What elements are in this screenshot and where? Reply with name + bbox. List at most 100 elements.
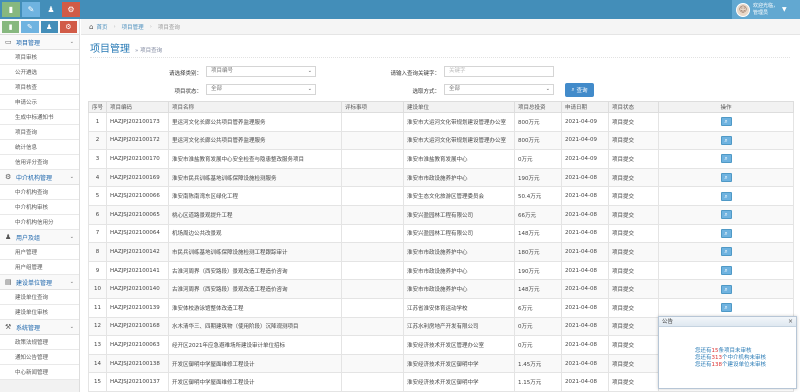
column-header[interactable]: 项目状态 <box>608 101 659 113</box>
notice-line-projects[interactable]: 您还有15条项目未审核 <box>695 348 796 355</box>
column-header[interactable]: 申请日期 <box>561 101 609 113</box>
view-search-icon[interactable]: ⌕ <box>720 303 732 313</box>
cogs-shortcut-icon[interactable]: ⚙ <box>59 21 77 33</box>
table-cell: 淮安经济技术开发区管理办公室 <box>403 335 515 355</box>
method-select[interactable]: 全部 ⌄ <box>444 84 554 95</box>
building-icon: ▤ <box>5 278 12 286</box>
view-search-icon[interactable]: ⌕ <box>720 191 732 201</box>
table-cell <box>341 316 404 337</box>
view-search-icon[interactable]: ⌕ <box>720 284 732 294</box>
sidebar-section[interactable]: ▭ 项目管理 ⌄ <box>0 35 79 50</box>
table-cell-actions: ⌕ <box>658 223 794 244</box>
notice-line-units[interactable]: 您还有138个建设单位未审核 <box>695 362 796 369</box>
category-select[interactable]: 项目编号 ⌄ <box>206 66 316 77</box>
table-row[interactable]: 6 HAZJSJ202100065 桃心区道路景观提升工程 淮安兴盈园林工程有限公司 6… <box>88 204 794 225</box>
group-shortcut-icon[interactable]: ♟ <box>40 21 58 33</box>
view-search-icon[interactable]: ⌕ <box>720 173 732 183</box>
view-search-icon[interactable]: ⌕ <box>720 266 732 276</box>
category-label: 请选择类别： <box>168 71 202 77</box>
table-row[interactable]: 10 HAZJPJ202100140 古淮河周界（西安路段）景观改造工程造价咨询 淮安… <box>88 279 794 299</box>
table-cell: 里运河文化长廊公共项目管养监理服务 <box>168 130 342 151</box>
table-cell: HAZJPJ202100139 <box>106 297 169 318</box>
table-cell: HAZJSJ202100064 <box>106 223 169 244</box>
table-row[interactable]: 5 HAZJSJ202100066 淮安南陈南湾东区绿化工程 淮安生态文化旅游区管理委… <box>88 186 794 206</box>
sidebar-section[interactable]: ▤ 建设单位管理 ⌄ <box>0 275 79 290</box>
group-icon[interactable]: ♟ <box>42 2 60 17</box>
column-header[interactable]: 评标事项 <box>341 101 404 113</box>
breadcrumb: ⌂ 首页 › 项目管理 › 项目查询 <box>81 19 800 35</box>
table-cell: HAZJSJ202100137 <box>106 372 169 392</box>
view-search-icon[interactable]: ⌕ <box>720 117 732 127</box>
breadcrumb-project-management[interactable]: 项目管理 <box>122 23 144 31</box>
table-cell: 0万元 <box>514 149 562 169</box>
pencil-shortcut-icon[interactable]: ✎ <box>21 21 39 33</box>
user-menu[interactable]: ☺ 欢迎光临， 管理员 ▼ <box>732 0 800 19</box>
table-cell: 项目提交 <box>608 112 659 132</box>
view-search-icon[interactable]: ⌕ <box>720 154 732 164</box>
sidebar-item[interactable]: 项目核查 <box>0 80 79 95</box>
breadcrumb-home[interactable]: 首页 <box>96 23 107 31</box>
table-row[interactable]: 9 HAZJPJ202100141 古淮河周界（西安路段）景观改造工程造价咨询 淮安市… <box>88 260 794 281</box>
sidebar-section[interactable]: ⚒ 系统管理 ⌄ <box>0 320 79 335</box>
table-cell: HAZJPJ202100168 <box>106 316 169 337</box>
desktop-icon: ▭ <box>5 38 12 46</box>
table-cell: 市民兵训练基地训练保障设施检测工程跟踪审计 <box>168 242 342 262</box>
keyword-input[interactable]: 关键字 <box>444 66 554 77</box>
column-header[interactable]: 操作 <box>658 101 794 113</box>
sidebar-item[interactable]: 中介机构信用分 <box>0 215 79 230</box>
sidebar-item[interactable]: 中介机构查询 <box>0 185 79 200</box>
column-header[interactable]: 项目名称 <box>168 101 342 113</box>
view-search-icon[interactable]: ⌕ <box>720 210 732 220</box>
sidebar-item[interactable]: 公开遴选 <box>0 65 79 80</box>
status-select[interactable]: 全部 ⌄ <box>206 84 316 95</box>
table-row[interactable]: 7 HAZJSJ202100064 机场周边公共改景观 淮安兴盈园林工程有限公司 148… <box>88 223 794 244</box>
sidebar-item[interactable]: 项目审核 <box>0 50 79 65</box>
sidebar-item[interactable]: 项目查询 <box>0 125 79 140</box>
sidebar-item[interactable]: 建设单位查询 <box>0 290 79 305</box>
sidebar-item[interactable]: 用户组管理 <box>0 260 79 275</box>
table-cell: 190万元 <box>514 167 562 188</box>
notice-line-agencies[interactable]: 您还有313个中介机构未审核 <box>695 355 796 362</box>
chevron-down-icon: ⌄ <box>69 279 74 285</box>
view-search-icon[interactable]: ⌕ <box>720 247 732 257</box>
close-icon[interactable]: × <box>788 317 793 327</box>
table-cell: 2021-04-08 <box>561 204 609 225</box>
sidebar-item[interactable]: 生成中标通知书 <box>0 110 79 125</box>
sidebar-item[interactable]: 中心新闻管理 <box>0 365 79 380</box>
table-cell: 淮安南陈南湾东区绿化工程 <box>168 186 342 206</box>
view-search-icon[interactable]: ⌕ <box>720 135 732 145</box>
signal-icon[interactable]: ▮ <box>2 2 20 17</box>
sidebar-item[interactable]: 通知公告管理 <box>0 350 79 365</box>
table-cell: 6万元 <box>514 297 562 318</box>
table-row[interactable]: 2 HAZJPJ202100172 里运河文化长廊公共项目管养监理服务 淮安市大运河文… <box>88 130 794 151</box>
table-row[interactable]: 1 HAZJPJ202100173 里运河文化长廊公共项目管养监理服务 淮安市大运河文… <box>88 112 794 132</box>
table-row[interactable]: 4 HAZJPJ202100169 淮安市民兵训练基地训练保障设施检测服务 淮安市市政… <box>88 167 794 188</box>
view-search-icon[interactable]: ⌕ <box>720 228 732 238</box>
sidebar-item[interactable]: 中介机构审核 <box>0 200 79 215</box>
sidebar-section[interactable]: ⚙ 中介机构管理 ⌄ <box>0 170 79 185</box>
sidebar-item[interactable]: 统计信息 <box>0 140 79 155</box>
column-header[interactable]: 项目编码 <box>106 101 169 113</box>
table-cell <box>341 149 404 169</box>
query-button[interactable]: ⌕ 查询 <box>565 83 594 97</box>
chevron-down-icon: ⌄ <box>69 324 74 330</box>
sidebar-item[interactable]: 信用评分查询 <box>0 155 79 170</box>
table-row[interactable]: 3 HAZJPJ202100170 淮安市淮盐教育发展中心安全检查与隐患整改服务项目… <box>88 149 794 169</box>
signal-shortcut-icon[interactable]: ▮ <box>2 21 20 33</box>
sidebar-section-label: 项目管理 <box>16 39 41 47</box>
table-cell: 2021-04-08 <box>561 242 609 262</box>
table-row[interactable]: 11 HAZJPJ202100139 淮安体校游泳馆整体改造工程 江苏省淮安体育运动学… <box>88 297 794 318</box>
pencil-icon[interactable]: ✎ <box>22 2 40 17</box>
table-row[interactable]: 8 HAZJPJ202100142 市民兵训练基地训练保障设施检测工程跟踪审计 淮安市… <box>88 242 794 262</box>
sidebar-item[interactable]: 建设单位审核 <box>0 305 79 320</box>
column-header[interactable]: 序号 <box>88 101 107 113</box>
column-header[interactable]: 建设单位 <box>403 101 515 113</box>
sidebar-section[interactable]: ♟ 用户及组 ⌄ <box>0 230 79 245</box>
sidebar-item[interactable]: 政策法规管理 <box>0 335 79 350</box>
sidebar-item[interactable]: 用户管理 <box>0 245 79 260</box>
sidebar-item[interactable]: 申请公示 <box>0 95 79 110</box>
table-cell: 项目提交 <box>608 335 659 355</box>
cogs-icon[interactable]: ⚙ <box>62 2 80 17</box>
column-header[interactable]: 项目总投资 <box>514 101 562 113</box>
table-cell: 2021-04-08 <box>561 186 609 206</box>
